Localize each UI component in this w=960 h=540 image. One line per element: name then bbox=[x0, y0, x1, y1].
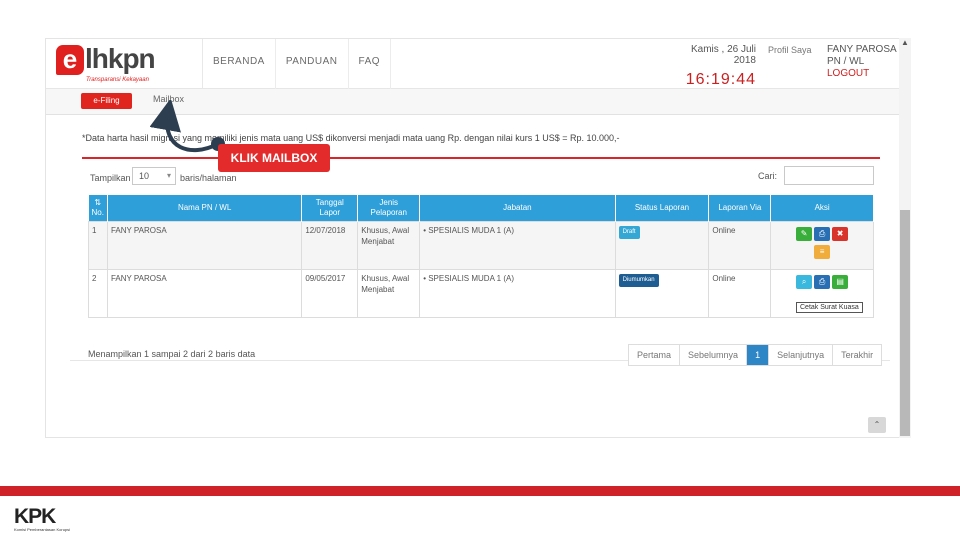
kpk-wordmark: KPK bbox=[14, 505, 56, 528]
slide: e lhkpn Transparansi Kekayaan BERANDA PA… bbox=[0, 0, 960, 540]
col-status[interactable]: Status Laporan bbox=[615, 195, 710, 221]
nav-beranda[interactable]: BERANDA bbox=[203, 39, 276, 89]
cell-tanggal: 12/07/2018 bbox=[301, 220, 359, 270]
efiling-button[interactable]: e-Filing bbox=[81, 93, 132, 109]
scrollbar[interactable]: ▲ bbox=[899, 38, 911, 438]
current-time: 16:19:44 bbox=[685, 71, 756, 88]
cell-jenis: Khusus, Awal Menjabat bbox=[357, 268, 421, 318]
trash-icon: ✖ bbox=[836, 228, 844, 238]
cell-jabatan: • SPESIALIS MUDA 1 (A) bbox=[419, 220, 616, 270]
cell-via: Online bbox=[708, 220, 772, 270]
profil-link[interactable]: Profil Saya bbox=[768, 45, 812, 55]
delete-button[interactable]: ✖ bbox=[832, 226, 849, 241]
print-icon: ⎙ bbox=[818, 276, 826, 286]
show-label: Tampilkan bbox=[90, 173, 131, 183]
col-tanggal[interactable]: Tanggal Lapor bbox=[301, 195, 359, 221]
tooltip: Cetak Surat Kuasa bbox=[796, 302, 863, 313]
scrollbar-thumb[interactable] bbox=[900, 210, 910, 436]
list-icon: ≡ bbox=[819, 246, 825, 256]
search-label: Cari: bbox=[758, 171, 778, 181]
current-date: Kamis , 26 Juli 2018 bbox=[690, 44, 756, 66]
col-jabatan[interactable]: Jabatan bbox=[419, 195, 616, 221]
datetime: Kamis , 26 Juli 2018 16:19:44 bbox=[666, 44, 756, 89]
logout-link[interactable]: LOGOUT bbox=[827, 68, 897, 80]
chevron-down-icon: ▾ bbox=[166, 171, 171, 180]
print-button[interactable]: ⎙ bbox=[814, 226, 831, 241]
cell-tanggal: 09/05/2017 bbox=[301, 268, 359, 318]
cell-status: Diumumkan bbox=[614, 268, 710, 318]
col-nama[interactable]: Nama PN / WL bbox=[107, 195, 303, 221]
view-button[interactable]: ⌕ bbox=[796, 274, 813, 289]
pencil-icon: ✎ bbox=[800, 228, 808, 238]
document-icon: ▤ bbox=[836, 276, 844, 286]
cell-nama: FANY PAROSA bbox=[106, 220, 303, 270]
cell-nama: FANY PAROSA bbox=[106, 268, 303, 318]
elhkpn-logo[interactable]: e lhkpn Transparansi Kekayaan bbox=[56, 43, 196, 85]
report-table: ⇅ No. Nama PN / WL Tanggal Lapor Jenis Pe… bbox=[88, 195, 874, 318]
cell-jenis: Khusus, Awal Menjabat bbox=[357, 220, 421, 270]
search-input[interactable] bbox=[784, 166, 874, 185]
page-last[interactable]: Terakhir bbox=[833, 345, 882, 365]
logo-tagline: Transparansi Kekayaan bbox=[86, 77, 149, 83]
nav-panduan[interactable]: PANDUAN bbox=[276, 39, 349, 89]
col-via[interactable]: Laporan Via bbox=[708, 195, 772, 221]
kpk-logo: KPK Komisi Pemberantasan Korupsi bbox=[14, 505, 70, 532]
user-name: FANY PAROSA bbox=[827, 44, 897, 55]
page-prev[interactable]: Sebelumnya bbox=[680, 345, 748, 365]
print-kuasa-button[interactable]: ▤ bbox=[832, 274, 849, 289]
logo-wordmark: lhkpn bbox=[85, 43, 156, 74]
scroll-top-button[interactable]: ⌃ bbox=[868, 417, 886, 433]
col-jenis[interactable]: Jenis Pelaporan bbox=[357, 195, 421, 221]
page-size-value: 10 bbox=[139, 171, 150, 181]
page-next[interactable]: Selanjutnya bbox=[769, 345, 834, 365]
page-1[interactable]: 1 bbox=[747, 345, 770, 365]
detail-button[interactable]: ≡ bbox=[814, 244, 831, 259]
header: e lhkpn Transparansi Kekayaan BERANDA PA… bbox=[46, 39, 900, 89]
show-suffix: baris/halaman bbox=[180, 173, 237, 183]
status-badge: Diumumkan bbox=[618, 273, 659, 287]
table-header-row: ⇅ No. Nama PN / WL Tanggal Lapor Jenis Pe… bbox=[88, 195, 874, 221]
kpk-subtitle: Komisi Pemberantasan Korupsi bbox=[14, 527, 71, 532]
footer-bar bbox=[0, 486, 960, 496]
cell-status: Draft bbox=[614, 220, 710, 270]
sort-icon: ⇅ bbox=[94, 197, 102, 207]
user-role: PN / WL bbox=[827, 56, 865, 67]
col-aksi: Aksi bbox=[770, 195, 874, 221]
callout-label: KLIK MAILBOX bbox=[218, 144, 330, 172]
print-button[interactable]: ⎙ bbox=[814, 274, 831, 289]
chevron-up-icon: ▲ bbox=[901, 38, 909, 47]
cell-jabatan: • SPESIALIS MUDA 1 (A) bbox=[419, 268, 616, 318]
cell-no: 1 bbox=[88, 220, 108, 270]
table-info: Menampilkan 1 sampai 2 dari 2 baris data bbox=[88, 349, 256, 359]
app-window: e lhkpn Transparansi Kekayaan BERANDA PA… bbox=[45, 38, 911, 438]
table-row: 2 FANY PAROSA 09/05/2017 Khusus, Awal Me… bbox=[88, 268, 874, 318]
cell-via: Online bbox=[708, 268, 772, 318]
main-nav: BERANDA PANDUAN FAQ bbox=[202, 39, 392, 89]
cell-no: 2 bbox=[88, 268, 108, 318]
page-first[interactable]: Pertama bbox=[629, 345, 681, 365]
cell-aksi: ✎ ⎙ ✖ ≡ bbox=[770, 220, 874, 270]
col-no[interactable]: ⇅ No. bbox=[88, 195, 108, 221]
chevron-up-icon: ⌃ bbox=[873, 420, 881, 429]
logo-e-mark: e bbox=[56, 45, 84, 75]
pagination: Pertama Sebelumnya 1 Selanjutnya Terakhi… bbox=[628, 344, 883, 366]
table-row: 1 FANY PAROSA 12/07/2018 Khusus, Awal Me… bbox=[88, 220, 874, 270]
edit-button[interactable]: ✎ bbox=[796, 226, 813, 241]
status-badge: Draft bbox=[618, 225, 640, 239]
search-icon: ⌕ bbox=[801, 276, 807, 286]
user-info: FANY PAROSA PN / WL LOGOUT bbox=[827, 44, 897, 80]
nav-faq[interactable]: FAQ bbox=[349, 39, 392, 89]
print-icon: ⎙ bbox=[818, 228, 826, 238]
